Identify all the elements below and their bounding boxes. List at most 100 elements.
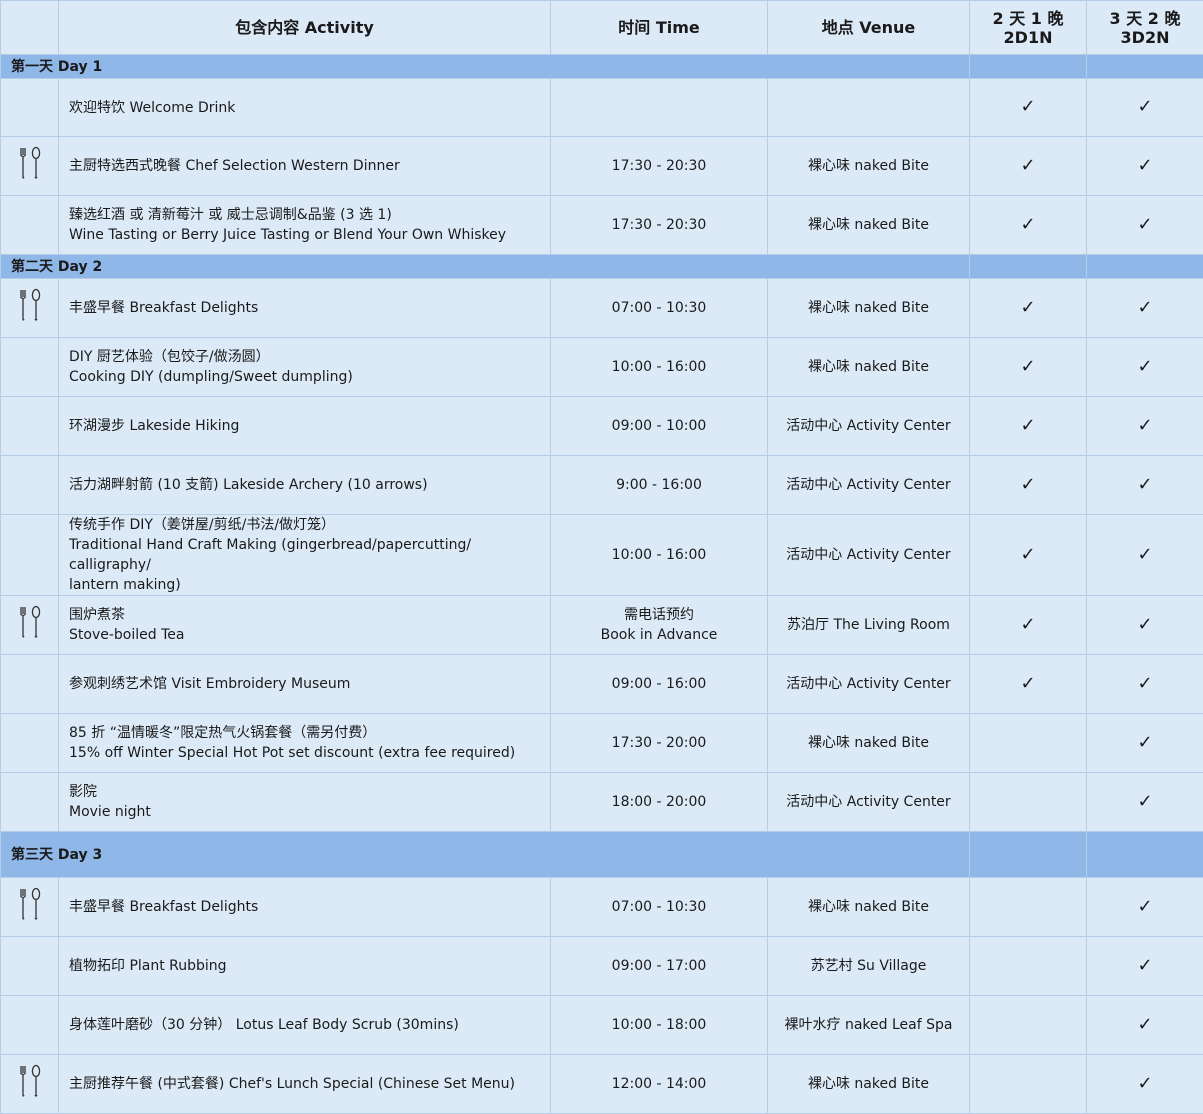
- activity-row: 参观刺绣艺术馆 Visit Embroidery Museum09:00 - 1…: [1, 655, 1203, 714]
- time-text-line: 10:00 - 16:00: [557, 545, 761, 565]
- package-schedule-table: 包含内容 Activity 时间 Time 地点 Venue 2 天 1 晚 2…: [0, 0, 1203, 1114]
- package-2d1n-cell: [970, 773, 1087, 832]
- package-2d1n-cell: ✓: [970, 79, 1087, 137]
- activity-row: 环湖漫步 Lakeside Hiking09:00 - 10:00活动中心 Ac…: [1, 397, 1203, 456]
- checkmark-icon: ✓: [1137, 614, 1152, 635]
- package-3d2n-cell: ✓: [1087, 79, 1203, 137]
- activity-cell: DIY 厨艺体验（包饺子/做汤圆）Cooking DIY (dumpling/S…: [59, 338, 551, 397]
- package-2d1n-cell: [970, 714, 1087, 773]
- time-text-line: Book in Advance: [557, 625, 761, 645]
- package-2d1n-cell: ✓: [970, 338, 1087, 397]
- time-text-line: 需电话预约: [557, 605, 761, 625]
- time-text-line: 12:00 - 14:00: [557, 1074, 761, 1094]
- checkmark-icon: ✓: [1137, 791, 1152, 812]
- day-header-package-cell: [1087, 832, 1203, 878]
- package-3d2n-cell: ✓: [1087, 456, 1203, 515]
- header-row: 包含内容 Activity 时间 Time 地点 Venue 2 天 1 晚 2…: [1, 1, 1203, 55]
- activity-text-line: 植物拓印 Plant Rubbing: [69, 956, 546, 976]
- venue-cell: 活动中心 Activity Center: [768, 456, 970, 515]
- time-cell: 10:00 - 16:00: [551, 515, 768, 596]
- row-icon-cell: [1, 878, 59, 937]
- activity-text-line: 影院: [69, 782, 546, 802]
- package-2d1n-cell: [970, 937, 1087, 996]
- activity-text-line: 85 折 “温情暖冬”限定热气火锅套餐（需另付费）: [69, 723, 546, 743]
- activity-row: 围炉煮茶Stove-boiled Tea需电话预约Book in Advance…: [1, 596, 1203, 655]
- header-package-2d1n: 2 天 1 晚 2D1N: [970, 1, 1087, 55]
- activity-cell: 85 折 “温情暖冬”限定热气火锅套餐（需另付费）15% off Winter …: [59, 714, 551, 773]
- activity-text-line: 参观刺绣艺术馆 Visit Embroidery Museum: [69, 674, 546, 694]
- activity-text-line: 主厨推荐午餐 (中式套餐) Chef's Lunch Special (Chin…: [69, 1074, 546, 1094]
- row-icon-cell: [1, 515, 59, 596]
- package-3d2n-cell: ✓: [1087, 937, 1203, 996]
- time-text-line: 07:00 - 10:30: [557, 897, 761, 917]
- package-3d2n-cell: ✓: [1087, 655, 1203, 714]
- header-time: 时间 Time: [551, 1, 768, 55]
- time-text-line: 18:00 - 20:00: [557, 792, 761, 812]
- cutlery-icon: [17, 887, 43, 921]
- day-label: 第一天 Day 1: [1, 55, 970, 79]
- activity-row: 影院Movie night18:00 - 20:00活动中心 Activity …: [1, 773, 1203, 832]
- checkmark-icon: ✓: [1020, 415, 1035, 436]
- day-header-package-cell: [970, 255, 1087, 279]
- checkmark-icon: ✓: [1020, 544, 1035, 565]
- header-icon-column: [1, 1, 59, 55]
- row-icon-cell: [1, 596, 59, 655]
- package-3d2n-cell: ✓: [1087, 773, 1203, 832]
- header-package-2d1n-code: 2D1N: [974, 28, 1082, 47]
- checkmark-icon: ✓: [1137, 214, 1152, 235]
- time-cell: 9:00 - 16:00: [551, 456, 768, 515]
- activity-text-line: Wine Tasting or Berry Juice Tasting or B…: [69, 225, 546, 245]
- time-cell: 17:30 - 20:00: [551, 714, 768, 773]
- row-icon-cell: [1, 79, 59, 137]
- row-icon-cell: [1, 338, 59, 397]
- activity-cell: 丰盛早餐 Breakfast Delights: [59, 878, 551, 937]
- checkmark-icon: ✓: [1137, 96, 1152, 117]
- checkmark-icon: ✓: [1137, 544, 1152, 565]
- activity-cell: 欢迎特饮 Welcome Drink: [59, 79, 551, 137]
- row-icon-cell: [1, 397, 59, 456]
- checkmark-icon: ✓: [1137, 297, 1152, 318]
- activity-text-line: 环湖漫步 Lakeside Hiking: [69, 416, 546, 436]
- venue-cell: 裸心味 naked Bite: [768, 279, 970, 338]
- cutlery-icon: [17, 288, 43, 322]
- header-activity: 包含内容 Activity: [59, 1, 551, 55]
- day-header-row: 第一天 Day 1: [1, 55, 1203, 79]
- activity-text-line: 丰盛早餐 Breakfast Delights: [69, 897, 546, 917]
- header-package-3d2n: 3 天 2 晚 3D2N: [1087, 1, 1203, 55]
- checkmark-icon: ✓: [1137, 474, 1152, 495]
- venue-cell: 裸心味 naked Bite: [768, 338, 970, 397]
- day-label: 第三天 Day 3: [1, 832, 970, 878]
- schedule-body: 第一天 Day 1欢迎特饮 Welcome Drink✓✓主厨特选西式晚餐 Ch…: [1, 55, 1203, 1114]
- checkmark-icon: ✓: [1137, 732, 1152, 753]
- checkmark-icon: ✓: [1137, 356, 1152, 377]
- cutlery-icon: [17, 146, 43, 180]
- package-3d2n-cell: ✓: [1087, 397, 1203, 456]
- package-2d1n-cell: [970, 996, 1087, 1055]
- activity-text-line: Stove-boiled Tea: [69, 625, 546, 645]
- row-icon-cell: [1, 196, 59, 255]
- time-cell: 18:00 - 20:00: [551, 773, 768, 832]
- checkmark-icon: ✓: [1020, 474, 1035, 495]
- package-2d1n-cell: ✓: [970, 137, 1087, 196]
- activity-cell: 影院Movie night: [59, 773, 551, 832]
- day-header-package-cell: [970, 832, 1087, 878]
- package-2d1n-cell: ✓: [970, 515, 1087, 596]
- time-cell: 10:00 - 18:00: [551, 996, 768, 1055]
- time-cell: 07:00 - 10:30: [551, 279, 768, 338]
- activity-text-line: 丰盛早餐 Breakfast Delights: [69, 298, 546, 318]
- row-icon-cell: [1, 996, 59, 1055]
- day-header-row: 第三天 Day 3: [1, 832, 1203, 878]
- checkmark-icon: ✓: [1020, 214, 1035, 235]
- activity-text-line: 身体莲叶磨砂（30 分钟） Lotus Leaf Body Scrub (30m…: [69, 1015, 546, 1035]
- checkmark-icon: ✓: [1020, 155, 1035, 176]
- activity-row: 活力湖畔射箭 (10 支箭) Lakeside Archery (10 arro…: [1, 456, 1203, 515]
- venue-cell: 裸叶水疗 naked Leaf Spa: [768, 996, 970, 1055]
- time-cell: 需电话预约Book in Advance: [551, 596, 768, 655]
- package-2d1n-cell: [970, 1055, 1087, 1114]
- checkmark-icon: ✓: [1020, 297, 1035, 318]
- package-3d2n-cell: ✓: [1087, 137, 1203, 196]
- time-cell: [551, 79, 768, 137]
- time-text-line: 17:30 - 20:00: [557, 733, 761, 753]
- activity-cell: 植物拓印 Plant Rubbing: [59, 937, 551, 996]
- activity-text-line: Traditional Hand Craft Making (gingerbre…: [69, 535, 546, 575]
